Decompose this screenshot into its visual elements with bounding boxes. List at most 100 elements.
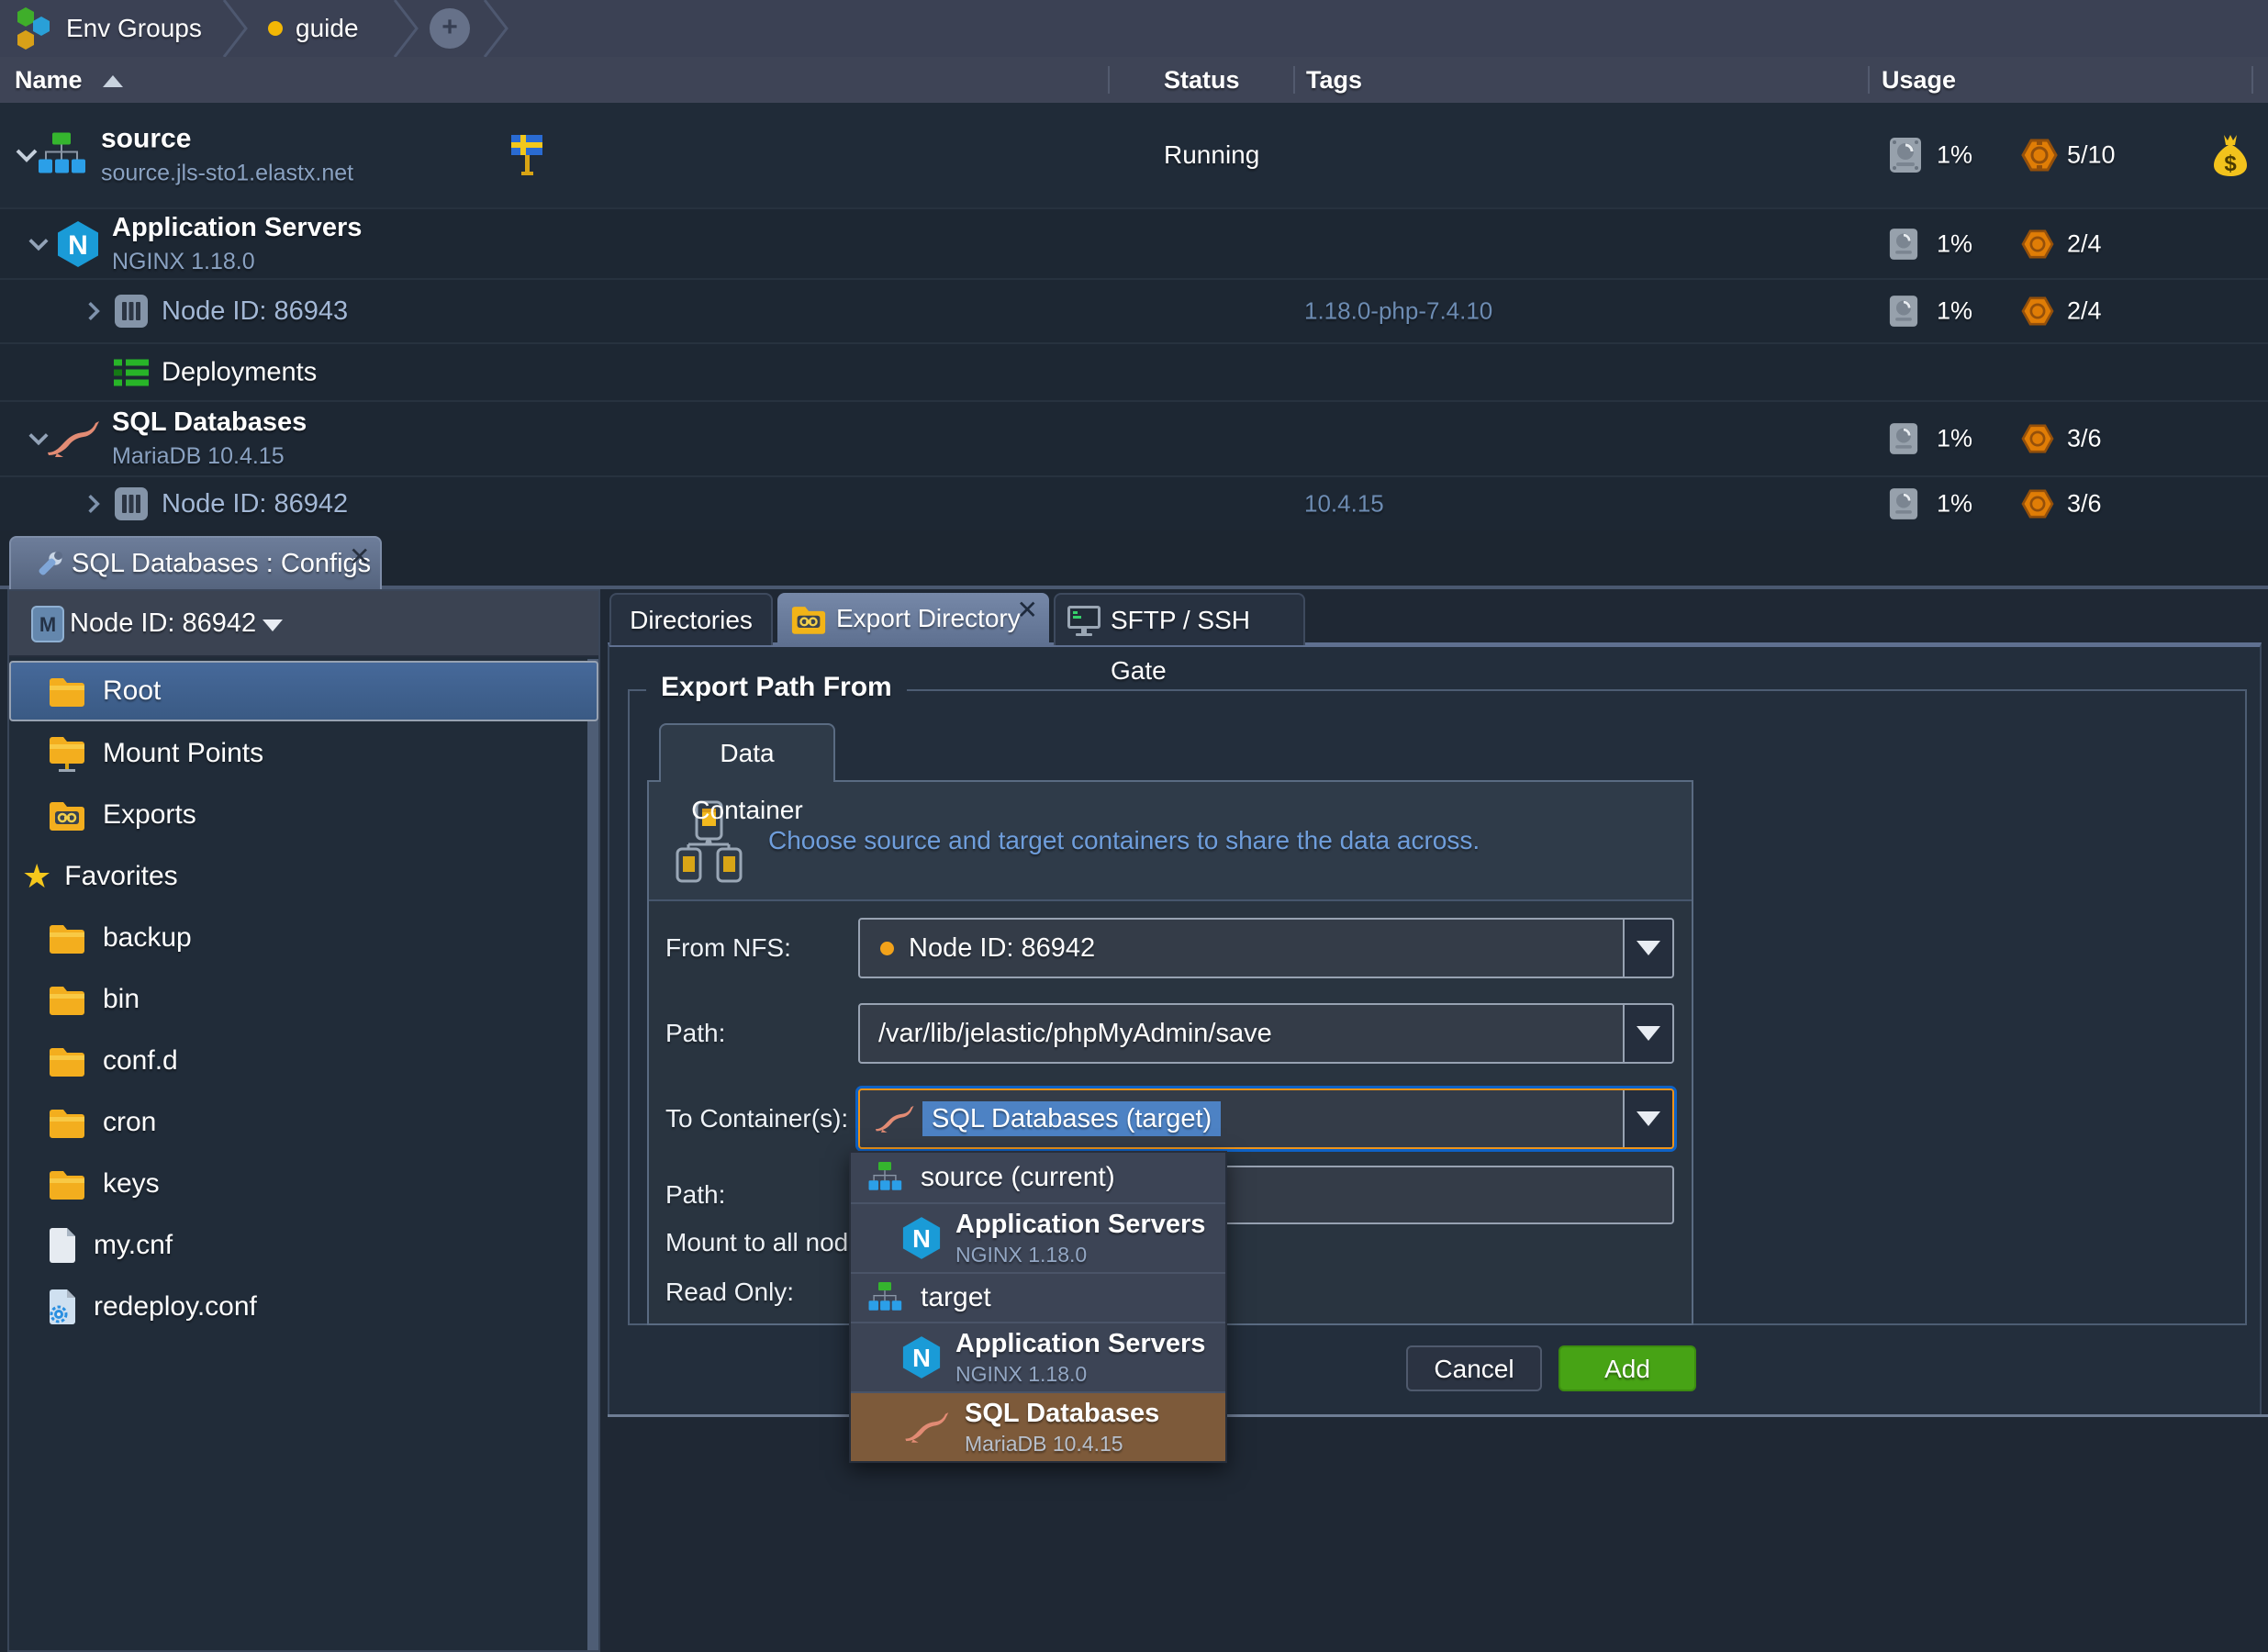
configs-tab-title: SQL Databases : Configs (72, 538, 371, 589)
export-directory-folder-link-icon (790, 604, 827, 634)
environment-topology-icon (867, 1282, 902, 1314)
to-containers-combobox[interactable]: SQL Databases (target) (858, 1088, 1674, 1149)
tree-item-redeployconf[interactable]: redeploy.conf (11, 1276, 597, 1337)
dropdown-item-app-servers-source[interactable]: N Application Servers NGINX 1.18.0 (851, 1202, 1225, 1272)
node-container-icon (114, 486, 149, 521)
layer-stack[interactable]: NGINX 1.18.0 (112, 249, 362, 275)
chevron-down-icon (263, 620, 283, 631)
tab-data-container[interactable]: Data Container (659, 723, 835, 782)
breadcrumb-env-name[interactable]: guide (296, 0, 359, 57)
dropdown-env-target[interactable]: target (851, 1272, 1225, 1322)
path-value: /var/lib/jelastic/phpMyAdmin/save (878, 1019, 1272, 1049)
hint-strip: Choose source and target containers to s… (649, 782, 1692, 901)
node-selector[interactable]: M Node ID: 86942 (9, 591, 598, 657)
config-file-tree: M Node ID: 86942 Root Mount Points Expor… (7, 589, 600, 1652)
breadcrumb-env-groups[interactable]: Env Groups (66, 0, 202, 57)
nginx-icon: N (902, 1335, 941, 1379)
cloudlets-icon (2021, 139, 2058, 172)
node-id[interactable]: Node ID: 86943 (162, 296, 348, 327)
tree-item-mycnf[interactable]: my.cnf (11, 1214, 597, 1276)
layer-name[interactable]: SQL Databases (112, 407, 307, 438)
add-button[interactable]: Add (1559, 1345, 1696, 1391)
fieldset-legend: Export Path From (646, 666, 907, 709)
disk-usage-icon (1889, 422, 1918, 455)
collapse-chevron-icon[interactable] (28, 237, 50, 251)
nginx-icon: N (902, 1216, 941, 1260)
tree-item-favorites[interactable]: ★ Favorites (11, 845, 597, 907)
configs-tab-close-icon[interactable]: ✕ (349, 541, 370, 572)
nginx-icon: N (57, 220, 99, 268)
node-row-86942[interactable]: Node ID: 86942 10.4.15 1% 3/6 (0, 477, 2268, 530)
tab-export-directory[interactable]: Export Directory ✕ (777, 593, 1049, 645)
node-tag: 1.18.0-php-7.4.10 (1304, 297, 1492, 326)
tree-item-bin[interactable]: bin (11, 968, 597, 1030)
column-header-usage[interactable]: Usage (1882, 57, 1956, 103)
column-header-name[interactable]: Name (15, 57, 83, 103)
tree-item-root[interactable]: Root (9, 661, 598, 721)
tree-item-cron[interactable]: cron (11, 1091, 597, 1153)
tree-item-label: bin (103, 984, 140, 1015)
select-arrow-button[interactable] (1623, 1090, 1672, 1147)
env-name[interactable]: source (101, 124, 353, 155)
env-status: Running (1164, 140, 1259, 170)
dropdown-item-title: Application Servers (955, 1329, 1205, 1359)
folder-icon (48, 922, 86, 954)
path-select[interactable]: /var/lib/jelastic/phpMyAdmin/save (858, 1003, 1674, 1064)
select-arrow-button[interactable] (1623, 1005, 1672, 1062)
billing-money-bag-icon[interactable]: $ (2210, 133, 2251, 177)
sort-asc-icon[interactable] (103, 75, 123, 87)
tree-item-mount-points[interactable]: Mount Points (11, 722, 597, 784)
dropdown-env-source[interactable]: source (current) (851, 1153, 1225, 1202)
node-row-86943[interactable]: Node ID: 86943 1.18.0-php-7.4.10 1% 2/4 (0, 280, 2268, 344)
layer-stack[interactable]: MariaDB 10.4.15 (112, 443, 307, 470)
configs-panel-tab[interactable]: SQL Databases : Configs ✕ (9, 536, 382, 589)
dropdown-item-app-servers-target[interactable]: N Application Servers NGINX 1.18.0 (851, 1322, 1225, 1391)
tree-scrollbar[interactable] (587, 659, 598, 1650)
breadcrumb-separator-icon (483, 0, 508, 57)
cancel-button[interactable]: Cancel (1406, 1345, 1542, 1391)
breadcrumb-separator-icon (393, 0, 419, 57)
cloudlets-icon (2021, 424, 2054, 453)
collapse-chevron-icon[interactable] (15, 148, 39, 162)
cloudlets-value: 3/6 (2067, 490, 2102, 519)
tree-item-label: redeploy.conf (94, 1291, 257, 1323)
expand-chevron-icon[interactable] (87, 300, 100, 322)
from-nfs-select[interactable]: Node ID: 86942 (858, 918, 1674, 978)
grid-header: Name Status Tags Usage (0, 57, 2268, 103)
svg-text:N: N (912, 1344, 931, 1372)
add-env-group-button[interactable]: + (430, 8, 470, 49)
tab-sftp-ssh-gate[interactable]: SFTP / SSH Gate (1054, 593, 1305, 645)
breadcrumb: Env Groups guide + (0, 0, 2268, 57)
from-nfs-value: Node ID: 86942 (909, 933, 1095, 964)
env-domain[interactable]: source.jls-sto1.elastx.net (101, 161, 353, 187)
tree-item-keys[interactable]: keys (11, 1153, 597, 1214)
wrench-icon (35, 550, 64, 579)
tree-item-label: Exports (103, 799, 196, 831)
layer-row-sql-databases[interactable]: SQL Databases MariaDB 10.4.15 1% 3/6 (0, 402, 2268, 477)
dropdown-item-subtitle: MariaDB 10.4.15 (965, 1432, 1159, 1457)
read-only-label: Read Only: (665, 1272, 794, 1312)
expand-chevron-icon[interactable] (87, 493, 100, 515)
tab-sftp-label: SFTP / SSH Gate (1111, 595, 1303, 696)
dropdown-item-sql-databases-target[interactable]: SQL Databases MariaDB 10.4.15 (851, 1391, 1225, 1461)
node-id[interactable]: Node ID: 86942 (162, 489, 348, 519)
tab-close-icon[interactable]: ✕ (1017, 595, 1038, 625)
env-row-source[interactable]: source source.jls-sto1.elastx.net Runnin… (0, 103, 2268, 209)
tab-directories[interactable]: Directories (609, 593, 773, 645)
column-header-status[interactable]: Status (1164, 57, 1240, 103)
column-header-tags[interactable]: Tags (1306, 57, 1362, 103)
select-arrow-button[interactable] (1623, 920, 1672, 977)
layer-name[interactable]: Application Servers (112, 213, 362, 243)
tree-item-backup[interactable]: backup (11, 907, 597, 968)
environment-grid: source source.jls-sto1.elastx.net Runnin… (0, 103, 2268, 586)
node-container-icon (114, 294, 149, 329)
tree-item-confd[interactable]: conf.d (11, 1030, 597, 1091)
deployments-row[interactable]: Deployments (0, 344, 2268, 402)
cloudlets-icon (2021, 229, 2054, 259)
mariadb-seal-icon (44, 419, 101, 458)
to-containers-value: SQL Databases (target) (922, 1101, 1221, 1136)
deployments-label[interactable]: Deployments (162, 357, 317, 387)
tree-item-exports[interactable]: Exports (11, 784, 597, 845)
cloudlets-value: 2/4 (2067, 229, 2102, 258)
layer-row-app-servers[interactable]: N Application Servers NGINX 1.18.0 1% 2/… (0, 209, 2268, 280)
